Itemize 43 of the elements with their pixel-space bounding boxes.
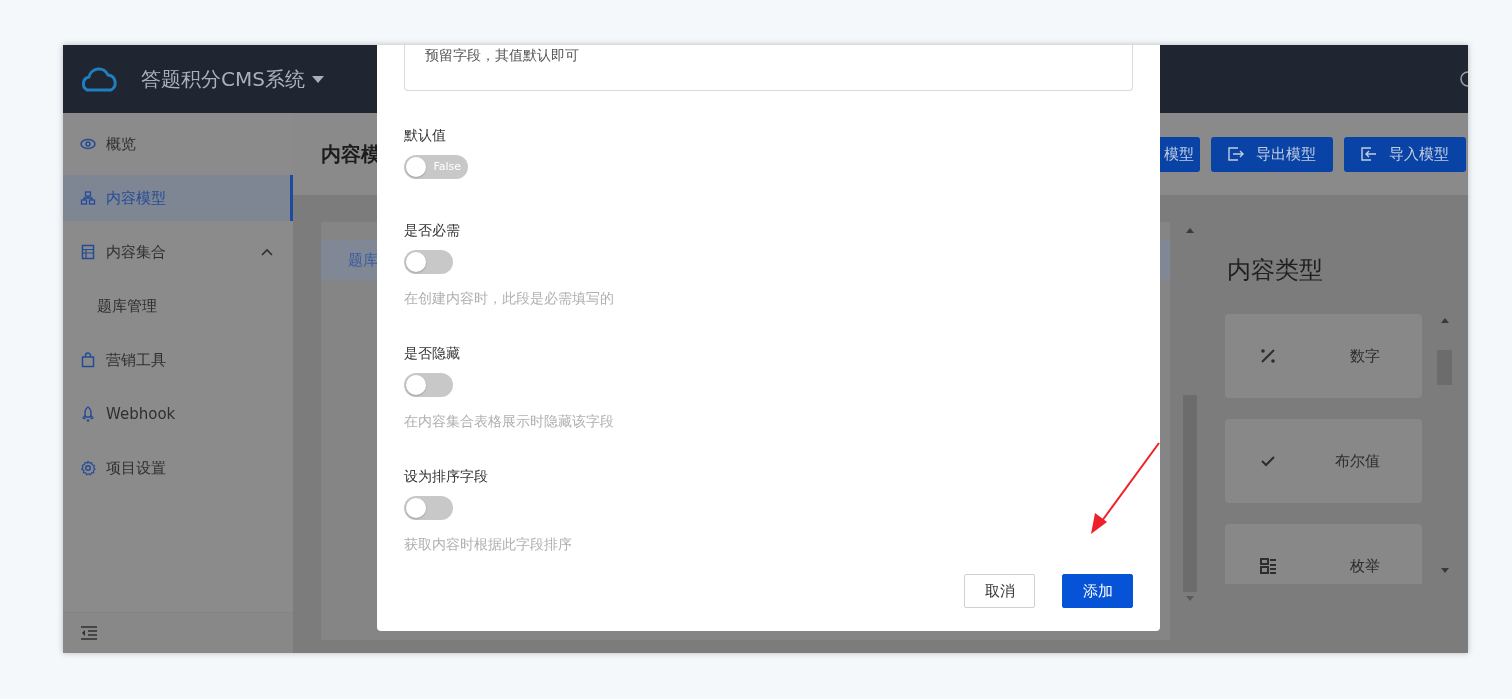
content-type-card[interactable]: 数字 bbox=[1225, 314, 1422, 398]
toggle-switch[interactable] bbox=[404, 250, 453, 274]
sidebar-item[interactable]: 概览 bbox=[63, 121, 293, 167]
content-type-card[interactable]: 布尔值 bbox=[1225, 419, 1422, 503]
shopping-bag-icon bbox=[80, 352, 96, 368]
import-icon bbox=[1361, 147, 1377, 161]
field-hint: 获取内容时根据此字段排序 bbox=[404, 535, 573, 554]
field-hint: 在内容集合表格展示时隐藏该字段 bbox=[404, 412, 615, 431]
export-icon bbox=[1228, 147, 1244, 161]
scroll-up-icon bbox=[1440, 318, 1449, 323]
eye-icon bbox=[80, 136, 96, 152]
app-title-dropdown[interactable]: 答题积分CMS系统 bbox=[141, 64, 325, 94]
scroll-down-icon bbox=[1440, 568, 1449, 573]
scroll-down-icon bbox=[1186, 596, 1194, 601]
sidebar-item[interactable]: 题库管理 bbox=[63, 283, 293, 329]
field-label: 默认值 bbox=[404, 126, 447, 145]
toolbar-button[interactable]: 导入模型 bbox=[1344, 136, 1466, 172]
sidebar-item[interactable]: 内容集合 bbox=[63, 229, 293, 275]
cloud-logo-icon bbox=[79, 64, 119, 94]
collapse-menu-icon bbox=[80, 625, 98, 641]
sidebar-item[interactable]: 营销工具 bbox=[63, 337, 293, 383]
gear-icon bbox=[80, 460, 96, 476]
table-icon bbox=[80, 244, 96, 260]
scroll-up-icon bbox=[1186, 228, 1194, 233]
field-label: 是否隐藏 bbox=[404, 344, 461, 363]
content-type-card[interactable]: 枚举 bbox=[1225, 524, 1422, 584]
description-textarea[interactable]: 预留字段，其值默认即可 bbox=[404, 45, 1133, 91]
hierarchy-icon bbox=[80, 190, 96, 206]
sidebar-item[interactable]: 内容模型 bbox=[63, 175, 293, 221]
field-hint: 在创建内容时，此段是必需填写的 bbox=[404, 289, 615, 308]
add-button[interactable]: 添加 bbox=[1062, 574, 1133, 608]
list-icon bbox=[1259, 557, 1277, 575]
toolbar-button[interactable]: 导出模型 bbox=[1211, 136, 1333, 172]
toggle-switch[interactable] bbox=[404, 496, 453, 520]
panel-heading: 内容类型 bbox=[1226, 255, 1324, 286]
sidebar-item[interactable]: 项目设置 bbox=[63, 445, 293, 491]
cancel-button[interactable]: 取消 bbox=[964, 574, 1035, 608]
toggle-switch[interactable] bbox=[404, 373, 453, 397]
field-label: 设为排序字段 bbox=[404, 467, 489, 486]
caret-down-icon bbox=[310, 74, 325, 84]
sidebar-item[interactable]: Webhook bbox=[63, 391, 293, 437]
field-label: 是否必需 bbox=[404, 221, 461, 240]
percent-icon bbox=[1259, 347, 1277, 365]
